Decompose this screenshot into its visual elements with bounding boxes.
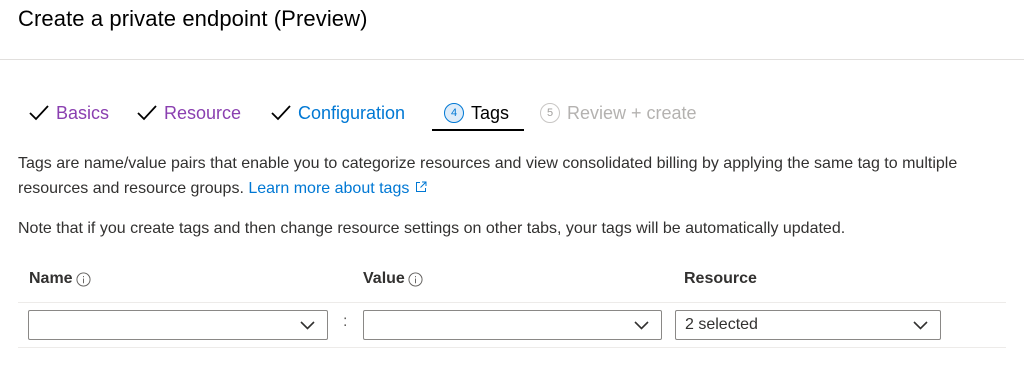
table-divider (18, 347, 1006, 348)
checkmark-icon (29, 105, 49, 121)
table-divider (18, 302, 1006, 303)
column-label: Name (29, 270, 73, 287)
chevron-down-icon (634, 321, 649, 330)
description-text: Tags are name/value pairs that enable yo… (18, 155, 958, 197)
column-header-name: Name (29, 268, 91, 290)
chevron-down-icon (300, 321, 315, 330)
active-tab-indicator (432, 129, 524, 131)
column-label: Value (363, 270, 405, 287)
tab-tags[interactable]: 4 Tags (444, 96, 509, 130)
tag-resource-dropdown[interactable]: 2 selected (675, 310, 941, 340)
tab-resource[interactable]: Resource (136, 96, 241, 130)
page-title: Create a private endpoint (Preview) (18, 6, 368, 31)
tab-label: Resource (164, 102, 242, 123)
column-header-resource: Resource (684, 268, 757, 290)
info-icon[interactable] (408, 271, 423, 287)
checkmark-icon (271, 105, 291, 121)
tags-description: Tags are name/value pairs that enable yo… (18, 151, 1008, 201)
tab-label: Review + create (567, 102, 697, 123)
wizard-tabs: Basics Resource Configuration 4 Tags 5 R… (18, 96, 1018, 132)
external-link-icon (416, 181, 427, 192)
tab-review-create: 5 Review + create (540, 96, 697, 130)
column-label: Resource (684, 270, 757, 287)
info-icon[interactable] (76, 271, 91, 287)
title-divider (0, 59, 1024, 60)
step-number-badge: 5 (540, 103, 560, 123)
tab-configuration[interactable]: Configuration (270, 96, 405, 130)
learn-more-tags-link[interactable]: Learn more about tags (248, 180, 427, 197)
link-label: Learn more about tags (248, 180, 410, 197)
tag-value-dropdown[interactable] (363, 310, 662, 340)
dropdown-value: 2 selected (685, 316, 758, 333)
tab-label: Basics (56, 102, 110, 123)
column-header-value: Value (363, 268, 423, 290)
tab-label: Tags (471, 102, 510, 123)
tag-name-dropdown[interactable] (28, 310, 328, 340)
chevron-down-icon (913, 321, 928, 330)
checkmark-icon (137, 105, 157, 121)
tab-basics[interactable]: Basics (28, 96, 109, 130)
tags-note: Note that if you create tags and then ch… (18, 220, 846, 237)
name-value-separator: : (343, 313, 348, 330)
step-number-badge: 4 (444, 103, 464, 123)
tab-label: Configuration (298, 102, 406, 123)
